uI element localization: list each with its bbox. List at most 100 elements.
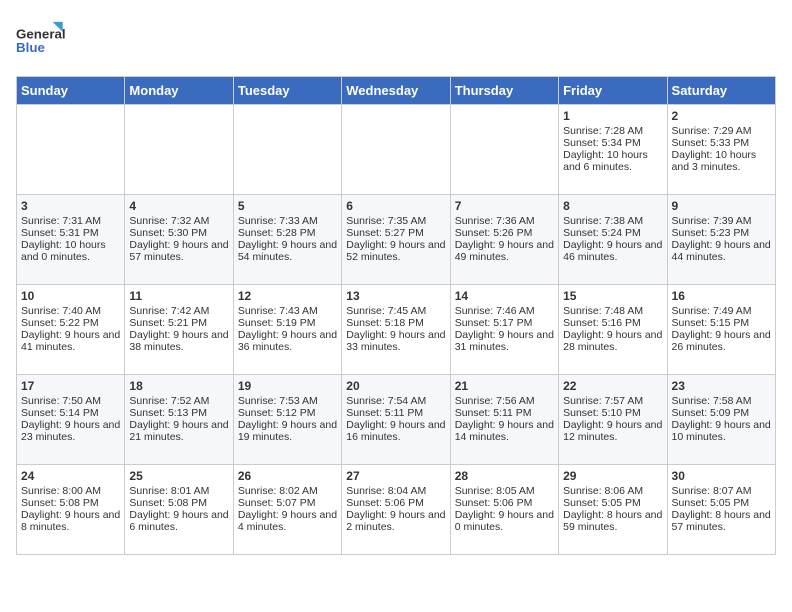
calendar-cell: 29Sunrise: 8:06 AMSunset: 5:05 PMDayligh… xyxy=(559,465,667,555)
day-number: 1 xyxy=(563,109,662,123)
day-number: 17 xyxy=(21,379,120,393)
day-number: 18 xyxy=(129,379,228,393)
calendar-cell: 4Sunrise: 7:32 AMSunset: 5:30 PMDaylight… xyxy=(125,195,233,285)
day-info: Sunrise: 7:49 AM xyxy=(672,305,771,317)
day-info: Sunrise: 7:52 AM xyxy=(129,395,228,407)
calendar-week-row: 17Sunrise: 7:50 AMSunset: 5:14 PMDayligh… xyxy=(17,375,776,465)
day-info: Daylight: 9 hours and 38 minutes. xyxy=(129,329,228,353)
column-header-friday: Friday xyxy=(559,77,667,105)
day-number: 29 xyxy=(563,469,662,483)
day-number: 20 xyxy=(346,379,445,393)
day-info: Sunrise: 7:28 AM xyxy=(563,125,662,137)
day-info: Sunset: 5:17 PM xyxy=(455,317,554,329)
day-info: Daylight: 9 hours and 26 minutes. xyxy=(672,329,771,353)
column-header-wednesday: Wednesday xyxy=(342,77,450,105)
day-info: Sunset: 5:27 PM xyxy=(346,227,445,239)
day-info: Daylight: 9 hours and 0 minutes. xyxy=(455,509,554,533)
column-header-monday: Monday xyxy=(125,77,233,105)
day-info: Sunrise: 7:39 AM xyxy=(672,215,771,227)
day-info: Sunset: 5:22 PM xyxy=(21,317,120,329)
day-info: Sunrise: 7:45 AM xyxy=(346,305,445,317)
day-info: Daylight: 9 hours and 23 minutes. xyxy=(21,419,120,443)
day-info: Sunrise: 7:40 AM xyxy=(21,305,120,317)
day-info: Sunset: 5:21 PM xyxy=(129,317,228,329)
day-info: Daylight: 8 hours and 57 minutes. xyxy=(672,509,771,533)
logo: General Blue xyxy=(16,16,66,66)
day-number: 6 xyxy=(346,199,445,213)
day-info: Sunrise: 7:53 AM xyxy=(238,395,337,407)
day-info: Sunset: 5:06 PM xyxy=(455,497,554,509)
day-info: Sunset: 5:11 PM xyxy=(455,407,554,419)
day-info: Sunrise: 7:48 AM xyxy=(563,305,662,317)
calendar-week-row: 10Sunrise: 7:40 AMSunset: 5:22 PMDayligh… xyxy=(17,285,776,375)
calendar-cell: 30Sunrise: 8:07 AMSunset: 5:05 PMDayligh… xyxy=(667,465,775,555)
day-info: Sunset: 5:15 PM xyxy=(672,317,771,329)
day-number: 11 xyxy=(129,289,228,303)
day-info: Daylight: 9 hours and 41 minutes. xyxy=(21,329,120,353)
day-info: Daylight: 9 hours and 44 minutes. xyxy=(672,239,771,263)
day-info: Daylight: 9 hours and 46 minutes. xyxy=(563,239,662,263)
day-info: Sunrise: 7:35 AM xyxy=(346,215,445,227)
day-info: Sunset: 5:11 PM xyxy=(346,407,445,419)
day-info: Daylight: 9 hours and 14 minutes. xyxy=(455,419,554,443)
calendar-week-row: 24Sunrise: 8:00 AMSunset: 5:08 PMDayligh… xyxy=(17,465,776,555)
day-info: Sunrise: 7:36 AM xyxy=(455,215,554,227)
page-header: General Blue xyxy=(16,16,776,66)
day-number: 9 xyxy=(672,199,771,213)
day-info: Sunset: 5:16 PM xyxy=(563,317,662,329)
day-info: Sunrise: 7:54 AM xyxy=(346,395,445,407)
calendar-cell: 18Sunrise: 7:52 AMSunset: 5:13 PMDayligh… xyxy=(125,375,233,465)
day-info: Sunrise: 7:46 AM xyxy=(455,305,554,317)
day-info: Sunrise: 8:05 AM xyxy=(455,485,554,497)
calendar-cell: 21Sunrise: 7:56 AMSunset: 5:11 PMDayligh… xyxy=(450,375,558,465)
day-number: 12 xyxy=(238,289,337,303)
day-number: 19 xyxy=(238,379,337,393)
day-number: 26 xyxy=(238,469,337,483)
calendar-cell: 14Sunrise: 7:46 AMSunset: 5:17 PMDayligh… xyxy=(450,285,558,375)
calendar-header-row: SundayMondayTuesdayWednesdayThursdayFrid… xyxy=(17,77,776,105)
day-number: 16 xyxy=(672,289,771,303)
calendar-cell: 23Sunrise: 7:58 AMSunset: 5:09 PMDayligh… xyxy=(667,375,775,465)
day-info: Sunrise: 7:32 AM xyxy=(129,215,228,227)
day-info: Daylight: 9 hours and 8 minutes. xyxy=(21,509,120,533)
day-number: 21 xyxy=(455,379,554,393)
day-info: Daylight: 9 hours and 28 minutes. xyxy=(563,329,662,353)
calendar-cell: 26Sunrise: 8:02 AMSunset: 5:07 PMDayligh… xyxy=(233,465,341,555)
day-number: 15 xyxy=(563,289,662,303)
day-info: Daylight: 8 hours and 59 minutes. xyxy=(563,509,662,533)
calendar-cell xyxy=(233,105,341,195)
day-info: Sunrise: 7:50 AM xyxy=(21,395,120,407)
day-number: 13 xyxy=(346,289,445,303)
calendar-cell: 17Sunrise: 7:50 AMSunset: 5:14 PMDayligh… xyxy=(17,375,125,465)
day-info: Sunset: 5:06 PM xyxy=(346,497,445,509)
day-number: 8 xyxy=(563,199,662,213)
day-info: Daylight: 9 hours and 52 minutes. xyxy=(346,239,445,263)
day-info: Sunrise: 8:02 AM xyxy=(238,485,337,497)
calendar-week-row: 1 Sunrise: 7:28 AMSunset: 5:34 PMDaylight… xyxy=(17,105,776,195)
calendar-cell: 3Sunrise: 7:31 AMSunset: 5:31 PMDaylight… xyxy=(17,195,125,285)
day-number: 5 xyxy=(238,199,337,213)
calendar-week-row: 3Sunrise: 7:31 AMSunset: 5:31 PMDaylight… xyxy=(17,195,776,285)
calendar-table: SundayMondayTuesdayWednesdayThursdayFrid… xyxy=(16,76,776,555)
calendar-cell: 22Sunrise: 7:57 AMSunset: 5:10 PMDayligh… xyxy=(559,375,667,465)
day-info: Daylight: 9 hours and 57 minutes. xyxy=(129,239,228,263)
day-info: Sunrise: 7:29 AM xyxy=(672,125,771,137)
calendar-cell: 24Sunrise: 8:00 AMSunset: 5:08 PMDayligh… xyxy=(17,465,125,555)
calendar-cell: 15 Sunrise: 7:48 AMSunset: 5:16 PMDayligh… xyxy=(559,285,667,375)
day-info: Daylight: 9 hours and 2 minutes. xyxy=(346,509,445,533)
day-info: Daylight: 9 hours and 49 minutes. xyxy=(455,239,554,263)
logo-svg: General Blue xyxy=(16,16,66,66)
day-info: Sunset: 5:33 PM xyxy=(672,137,771,149)
day-info: Sunset: 5:34 PM xyxy=(563,137,662,149)
day-number: 10 xyxy=(21,289,120,303)
day-info: Daylight: 9 hours and 19 minutes. xyxy=(238,419,337,443)
calendar-cell: 13Sunrise: 7:45 AMSunset: 5:18 PMDayligh… xyxy=(342,285,450,375)
day-info: Daylight: 10 hours and 0 minutes. xyxy=(21,239,120,263)
day-info: Sunrise: 7:31 AM xyxy=(21,215,120,227)
day-number: 28 xyxy=(455,469,554,483)
day-info: Sunset: 5:26 PM xyxy=(455,227,554,239)
calendar-cell xyxy=(450,105,558,195)
day-info: Daylight: 9 hours and 4 minutes. xyxy=(238,509,337,533)
day-info: Daylight: 10 hours and 6 minutes. xyxy=(563,149,662,173)
calendar-cell: 8Sunrise: 7:38 AMSunset: 5:24 PMDaylight… xyxy=(559,195,667,285)
